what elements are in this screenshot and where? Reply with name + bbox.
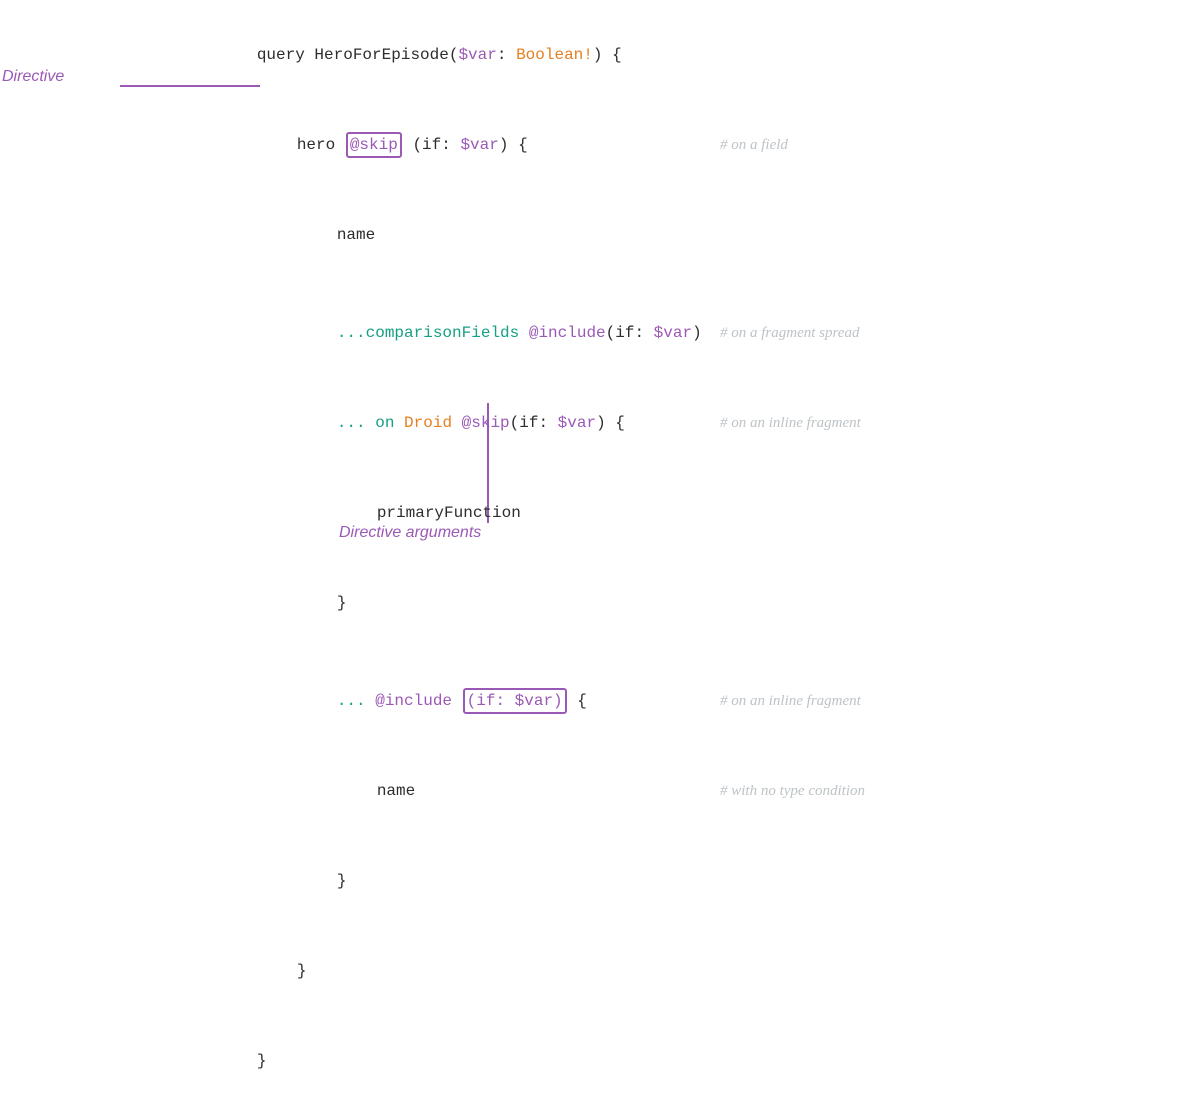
args-directive-box: (if: $var) — [463, 688, 567, 714]
directive-label: Directive — [2, 68, 64, 86]
main-container: Directive Directive arguments query Hero… — [0, 0, 1200, 603]
code-line-blank1 — [140, 280, 702, 288]
code-line-10: } — [140, 836, 702, 926]
code-area: query HeroForEpisode($var: Boolean!) { h… — [140, 10, 702, 1106]
code-line-blank2 — [140, 648, 702, 656]
code-line-6: primaryFunction — [140, 468, 702, 558]
code-line-8: ... @include (if: $var) { # on an inline… — [140, 656, 702, 746]
code-line-1: query HeroForEpisode($var: Boolean!) { — [140, 10, 702, 100]
code-line-11: } — [140, 926, 702, 1016]
code-line-3: name — [140, 190, 702, 280]
code-line-12: } — [140, 1016, 702, 1106]
code-line-5: ... on Droid @skip(if: $var) { # on an i… — [140, 378, 702, 468]
code-line-7: } — [140, 558, 702, 648]
code-line-4: ...comparisonFields @include(if: $var) #… — [140, 288, 702, 378]
code-line-2: hero @skip (if: $var) { # on a field — [140, 100, 702, 190]
code-line-9: name # with no type condition — [140, 746, 702, 836]
skip-directive-box: @skip — [346, 132, 402, 158]
